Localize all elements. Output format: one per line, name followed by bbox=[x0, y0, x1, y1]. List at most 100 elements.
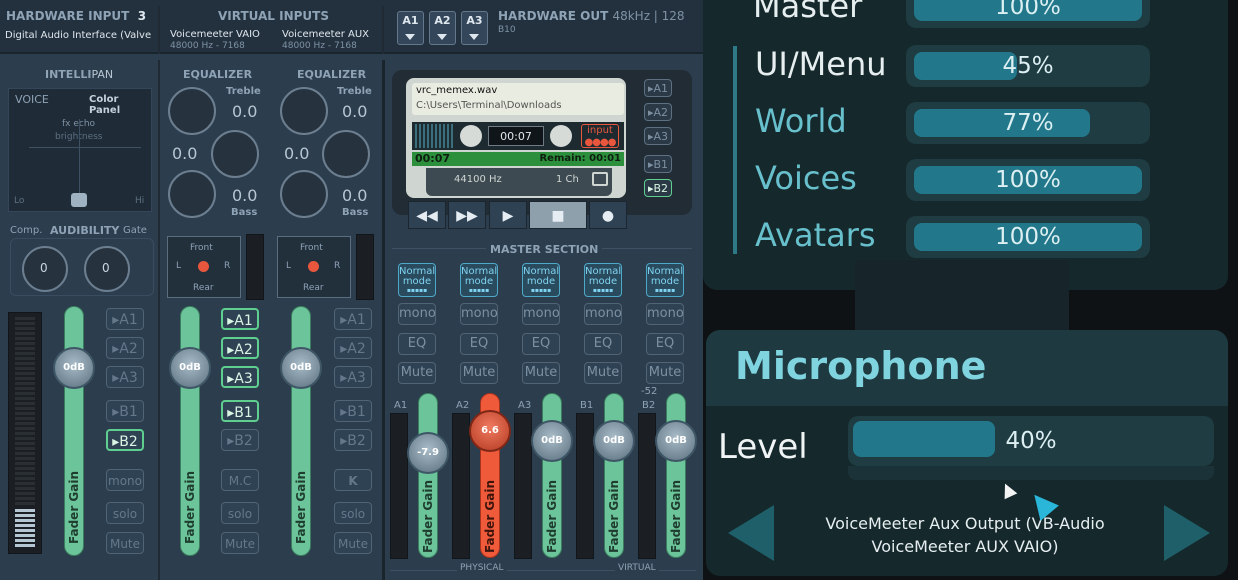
hw-out-a1-button[interactable]: A1 bbox=[397, 11, 424, 45]
comp-knob[interactable]: 0 bbox=[22, 246, 68, 292]
pan-cursor[interactable] bbox=[71, 193, 87, 207]
strip2-a2-button[interactable]: ▸A2 bbox=[221, 337, 259, 359]
color-panel-label[interactable]: Color Panel bbox=[89, 94, 151, 116]
strip1-mono-button[interactable]: mono bbox=[106, 469, 144, 491]
strip2-a1-button[interactable]: ▸A1 bbox=[221, 308, 259, 330]
virtual-inputs-title: VIRTUAL INPUTS bbox=[218, 9, 329, 23]
strip3-b2-button[interactable]: ▸B2 bbox=[334, 429, 372, 451]
strip2-mc-button[interactable]: M.C bbox=[221, 469, 259, 491]
bus-a2-eq-button[interactable]: EQ bbox=[460, 333, 498, 355]
bus-a3-eq-button[interactable]: EQ bbox=[522, 333, 560, 355]
volume-slider[interactable]: 100% bbox=[906, 216, 1150, 258]
player-b1-button[interactable]: ▸B1 bbox=[644, 155, 672, 173]
bus-a1-eq-button[interactable]: EQ bbox=[398, 333, 436, 355]
strip3-mute-button[interactable]: Mute bbox=[334, 532, 372, 554]
record-button[interactable]: ● bbox=[589, 201, 627, 229]
bus-a2-mono-button[interactable]: mono bbox=[460, 303, 498, 325]
strip2-mute-button[interactable]: Mute bbox=[221, 532, 259, 554]
gate-knob[interactable]: 0 bbox=[84, 246, 130, 292]
hw-input-device[interactable]: Digital Audio Interface (Valve \ bbox=[5, 30, 153, 41]
player-a2-button[interactable]: ▸A2 bbox=[644, 103, 672, 121]
loop-icon[interactable] bbox=[592, 172, 608, 186]
strip3-a2-button[interactable]: ▸A2 bbox=[334, 337, 372, 359]
fast-forward-button[interactable]: ▶▶ bbox=[448, 201, 486, 229]
eq-bass-knob[interactable] bbox=[168, 170, 216, 218]
strip2-solo-button[interactable]: solo bbox=[221, 502, 259, 524]
strip1-mute-button[interactable]: Mute bbox=[106, 532, 144, 554]
pan-position-dot[interactable] bbox=[198, 261, 209, 272]
strip2-pan-box[interactable]: Front Rear L R bbox=[167, 236, 241, 298]
strip3-solo-button[interactable]: solo bbox=[334, 502, 372, 524]
treble-value: 0.0 bbox=[342, 102, 368, 121]
strip2-fader-knob[interactable]: 0dB bbox=[169, 347, 211, 389]
progress-bar[interactable]: 00:07 Remain: 00:01 bbox=[412, 152, 624, 166]
strip3-k-button[interactable]: K bbox=[334, 469, 372, 491]
intellipan-pad[interactable]: VOICE Color Panel fx echo brightness Lo … bbox=[8, 88, 152, 212]
strip3-pan-box[interactable]: Front Rear L R bbox=[277, 236, 351, 298]
strip2-b2-button[interactable]: ▸B2 bbox=[221, 429, 259, 451]
volume-slider[interactable]: 77% bbox=[906, 102, 1150, 144]
bus-b2-mute-button[interactable]: Mute bbox=[646, 362, 684, 384]
strip1-a2-button[interactable]: ▸A2 bbox=[106, 337, 144, 359]
bus-a2-mode-button[interactable]: Normal mode ▪▪▪▪▪ bbox=[460, 263, 498, 297]
strip2-b1-button[interactable]: ▸B1 bbox=[221, 400, 259, 422]
bus-a1-fader-knob[interactable]: -7.9 bbox=[407, 432, 449, 474]
rewind-button[interactable]: ◀◀ bbox=[408, 201, 446, 229]
next-device-icon[interactable] bbox=[1164, 505, 1210, 561]
volume-slider[interactable]: 45% bbox=[906, 45, 1150, 87]
group-indicator bbox=[733, 46, 737, 254]
pan-position-dot[interactable] bbox=[308, 261, 319, 272]
bus-a3-mono-button[interactable]: mono bbox=[522, 303, 560, 325]
strip1-b1-button[interactable]: ▸B1 bbox=[106, 400, 144, 422]
volume-slider[interactable]: 100% bbox=[906, 159, 1150, 201]
bus-a1-mute-button[interactable]: Mute bbox=[398, 362, 436, 384]
eq-bass-knob[interactable] bbox=[280, 170, 328, 218]
bus-b2-mono-button[interactable]: mono bbox=[646, 303, 684, 325]
strip1-b2-button[interactable]: ▸B2 bbox=[106, 429, 144, 451]
mode-label: mode bbox=[650, 276, 680, 287]
mic-meter bbox=[848, 466, 1214, 480]
strip1-solo-button[interactable]: solo bbox=[106, 502, 144, 524]
eq-mid-knob[interactable] bbox=[322, 130, 370, 178]
bus-b1-mono-button[interactable]: mono bbox=[584, 303, 622, 325]
bus-b1-mute-button[interactable]: Mute bbox=[584, 362, 622, 384]
eq-mid-knob[interactable] bbox=[211, 130, 259, 178]
input-toggle[interactable]: input ●●●● bbox=[581, 124, 619, 148]
strip3-fader-knob[interactable]: 0dB bbox=[280, 347, 322, 389]
intellipan-title: INTELLIPAN bbox=[45, 68, 114, 81]
bus-a1-mono-button[interactable]: mono bbox=[398, 303, 436, 325]
bus-a1-mode-button[interactable]: Normal mode ▪▪▪▪▪ bbox=[398, 263, 436, 297]
bus-b2-mode-button[interactable]: Normal mode ▪▪▪▪▪ bbox=[646, 263, 684, 297]
play-button[interactable]: ▶ bbox=[489, 201, 527, 229]
strip1-fader-knob[interactable]: 0dB bbox=[53, 347, 95, 389]
bus-b2-eq-button[interactable]: EQ bbox=[646, 333, 684, 355]
bus-a2-mute-button[interactable]: Mute bbox=[460, 362, 498, 384]
mic-device-name[interactable]: VoiceMeeter Aux Output (VB-Audio VoiceMe… bbox=[790, 512, 1140, 558]
hw-out-a3-button[interactable]: A3 bbox=[461, 11, 488, 45]
bus-b2-fader-knob[interactable]: 0dB bbox=[655, 420, 697, 462]
player-b2-button[interactable]: ▸B2 bbox=[644, 179, 672, 197]
previous-device-icon[interactable] bbox=[728, 505, 774, 561]
strip1-a3-button[interactable]: ▸A3 bbox=[106, 366, 144, 388]
strip3-a3-button[interactable]: ▸A3 bbox=[334, 366, 372, 388]
strip2-a3-button[interactable]: ▸A3 bbox=[221, 366, 259, 388]
bus-b1-eq-button[interactable]: EQ bbox=[584, 333, 622, 355]
eq-treble-knob[interactable] bbox=[168, 87, 216, 135]
bus-a3-mute-button[interactable]: Mute bbox=[522, 362, 560, 384]
bus-a2-fader-knob[interactable]: 6.6 bbox=[469, 410, 511, 452]
master-volume-slider[interactable]: 100% bbox=[906, 0, 1150, 28]
player-a1-button[interactable]: ▸A1 bbox=[644, 79, 672, 97]
strip3-b1-button[interactable]: ▸B1 bbox=[334, 400, 372, 422]
hw-out-a2-button[interactable]: A2 bbox=[429, 11, 456, 45]
mic-level-slider[interactable]: 40% bbox=[848, 416, 1214, 466]
stop-button[interactable]: ■ bbox=[529, 201, 587, 229]
bus-b1-mode-button[interactable]: Normal mode ▪▪▪▪▪ bbox=[584, 263, 622, 297]
eq-treble-knob[interactable] bbox=[280, 87, 328, 135]
bus-a3-fader-knob[interactable]: 0dB bbox=[531, 420, 573, 462]
player-a3-button[interactable]: ▸A3 bbox=[644, 127, 672, 145]
bus-b1-fader-knob[interactable]: 0dB bbox=[593, 420, 635, 462]
bus-a3-mode-button[interactable]: Normal mode ▪▪▪▪▪ bbox=[522, 263, 560, 297]
strip3-a1-button[interactable]: ▸A1 bbox=[334, 308, 372, 330]
bass-label: Bass bbox=[231, 207, 258, 218]
strip1-a1-button[interactable]: ▸A1 bbox=[106, 308, 144, 330]
